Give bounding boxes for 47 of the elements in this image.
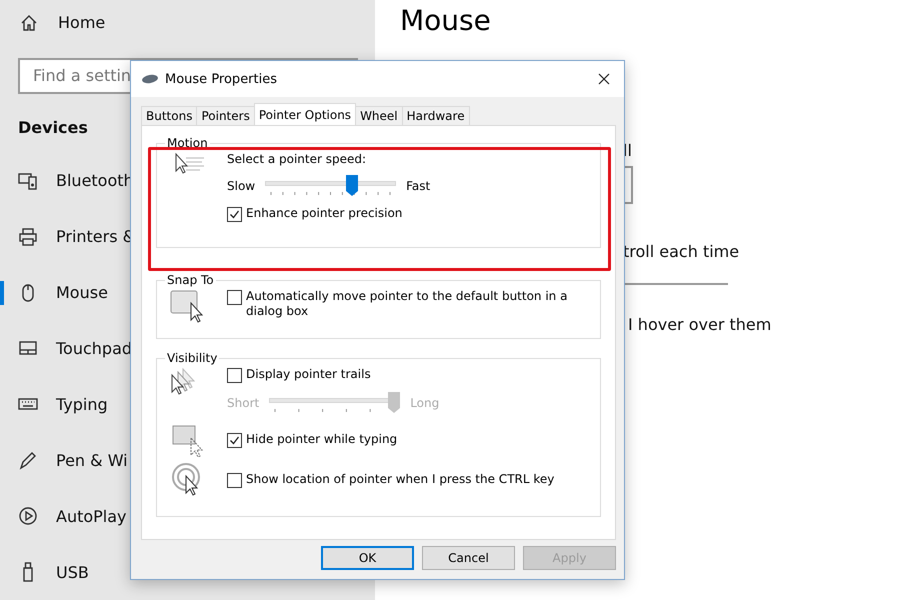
dialog-button[interactable]: OK xyxy=(321,546,414,570)
setting-label: I hover over them xyxy=(628,315,772,334)
tab[interactable]: Buttons xyxy=(141,106,198,125)
group-label: Motion xyxy=(166,136,209,150)
checkbox-label: Hide pointer while typing xyxy=(246,432,398,447)
sidebar-item[interactable]: AutoPlay xyxy=(56,506,127,526)
page-title: Mouse xyxy=(400,4,492,37)
sidebar-item[interactable]: Typing xyxy=(56,394,108,414)
window-title: Mouse Properties xyxy=(165,72,278,86)
tab[interactable]: Pointer Options xyxy=(254,103,356,125)
bluetooth-devices-icon xyxy=(18,170,38,191)
tab[interactable]: Hardware xyxy=(402,106,470,125)
group-label: Visibility xyxy=(166,351,218,365)
home-link[interactable]: Home xyxy=(58,13,106,32)
home-icon[interactable] xyxy=(20,14,38,32)
checkbox[interactable] xyxy=(227,473,242,488)
dialog-button[interactable]: Cancel xyxy=(422,546,515,570)
checkmark-icon xyxy=(229,435,240,446)
sidebar-item[interactable]: Touchpad xyxy=(56,338,132,358)
checkbox[interactable] xyxy=(227,368,242,383)
slider-min-label: Slow xyxy=(227,179,256,193)
close-icon xyxy=(598,73,610,85)
slider-max-label: Long xyxy=(410,396,440,410)
pen-icon xyxy=(18,450,38,470)
group-label: Snap To xyxy=(166,273,215,287)
checkbox-label: Display pointer trails xyxy=(246,367,371,382)
speed-prompt: Select a pointer speed: xyxy=(227,152,368,166)
checkbox[interactable] xyxy=(227,207,242,222)
sidebar-item[interactable]: Pen & Wi xyxy=(56,450,128,470)
checkbox-label: Show location of pointer when I press the CTRL key xyxy=(246,472,554,487)
slider-max-label: Fast xyxy=(406,179,430,193)
checkbox[interactable] xyxy=(227,290,242,305)
printer-icon xyxy=(18,226,38,247)
sidebar-item[interactable]: USB xyxy=(56,562,89,582)
slider-track[interactable] xyxy=(265,175,396,197)
slider-thumb[interactable] xyxy=(346,175,358,197)
section-heading: Devices xyxy=(18,118,89,137)
slider-control[interactable]: Slow Fast xyxy=(227,175,592,197)
checkmark-icon xyxy=(229,209,240,220)
slider-min-label: Short xyxy=(227,396,260,410)
mouse-icon xyxy=(141,74,159,84)
checkbox-label: Enhance pointer precision xyxy=(246,206,402,221)
checkbox[interactable] xyxy=(227,433,242,448)
sidebar-item[interactable]: Mouse xyxy=(56,283,108,302)
sidebar-item[interactable]: Bluetooth xyxy=(56,171,134,190)
play-circle-icon xyxy=(18,506,38,526)
checkbox-label: Automatically move pointer to the default button in a dialog box xyxy=(246,289,568,319)
